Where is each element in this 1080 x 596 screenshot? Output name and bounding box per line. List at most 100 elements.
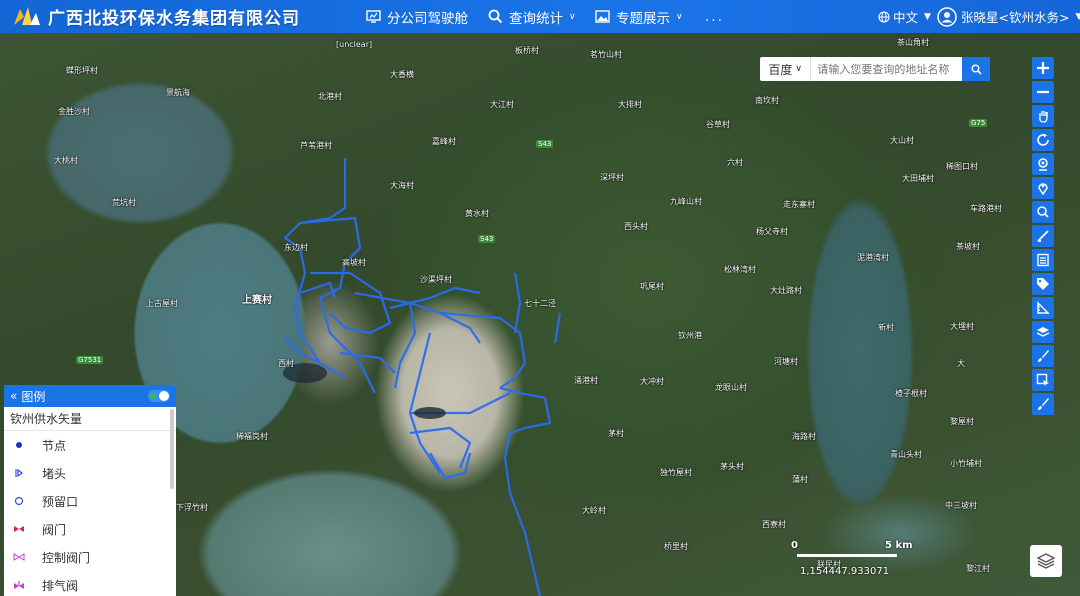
- locate-button[interactable]: [1032, 153, 1054, 175]
- map-label: 上古屋村: [146, 299, 178, 308]
- map-label: 黄水村: [465, 209, 489, 218]
- tag-button[interactable]: [1032, 273, 1054, 295]
- globe-icon: [878, 10, 890, 23]
- map-label: 茶坡村: [956, 242, 980, 251]
- legend-item: 排气阀: [4, 571, 176, 596]
- map-label: 深坪村: [600, 173, 624, 182]
- nav-topic[interactable]: 专题展示 ∨: [595, 0, 683, 33]
- chevron-down-icon: ∨: [795, 64, 802, 74]
- pan-icon: [1039, 111, 1048, 123]
- map-label: 河塘村: [774, 357, 798, 366]
- map-label: 蝶形坪村: [66, 66, 98, 75]
- map-label: 中三坡村: [945, 501, 977, 510]
- collapse-icon[interactable]: «: [10, 389, 17, 403]
- ruler-icon: [1037, 301, 1050, 314]
- legend-item: 节点: [4, 431, 176, 459]
- caret-down-icon: ▼: [1075, 11, 1080, 22]
- ruler-button[interactable]: [1032, 297, 1054, 319]
- pin-icon: [1038, 183, 1048, 195]
- nav-more-label: ...: [705, 8, 724, 25]
- map-label: 海路村: [792, 432, 816, 441]
- app-title: 广西北投环保水务集团有限公司: [48, 8, 300, 29]
- map-label: 大香横: [390, 70, 414, 79]
- scale-bar: 0 5 km: [791, 540, 913, 557]
- map-label: 茅村: [608, 429, 624, 438]
- map-label: 车路港村: [970, 204, 1002, 213]
- language-selector[interactable]: 中文 ▼: [878, 0, 931, 33]
- map-label: 南坎村: [755, 96, 779, 105]
- nav-query-label: 查询统计: [509, 10, 563, 27]
- map-canvas[interactable]: [unclear] 板桥村 茗竹山村 茶山角村 大香横 蝶形坪村 景航海 北港村…: [0, 33, 1080, 596]
- brush-icon: [1038, 350, 1049, 362]
- pan-button[interactable]: [1032, 105, 1054, 127]
- legend-item-label: 预留口: [42, 494, 79, 509]
- legend-item: 控制阀门: [4, 543, 176, 571]
- nav-query[interactable]: 查询统计 ∨: [488, 0, 576, 33]
- search-button[interactable]: [962, 57, 990, 81]
- language-label: 中文: [893, 10, 919, 25]
- map-label: 龙眼山村: [715, 383, 747, 392]
- chevron-down-icon: ∨: [569, 11, 576, 22]
- user-menu[interactable]: 张晓星<钦州水务> ▼: [937, 0, 1080, 33]
- legend-title: 图例: [21, 389, 46, 404]
- legend-item: 堵头: [4, 459, 176, 487]
- map-source-select[interactable]: 百度 ∨: [760, 57, 812, 81]
- logo: 广西北投环保水务集团有限公司: [12, 4, 300, 29]
- measure-icon: [1037, 230, 1049, 242]
- locate-icon: [1038, 158, 1048, 171]
- chevron-down-icon: ∨: [676, 11, 683, 22]
- layers-icon: [1036, 327, 1050, 337]
- pin-button[interactable]: [1032, 177, 1054, 199]
- legend-panel: « 图例 钦州供水矢量 节点 堵头 预留口 阀门 控制阀门 排气阀: [4, 385, 176, 596]
- map-toolbar: [1032, 57, 1054, 417]
- map-label: 七十二泾: [524, 299, 556, 308]
- user-name: 张晓星<钦州水务>: [961, 10, 1070, 25]
- map-label: 荒坑村: [112, 198, 136, 207]
- map-label: 大岭村: [582, 506, 606, 515]
- zoom-in-button[interactable]: [1032, 57, 1054, 79]
- legend-toggle[interactable]: [148, 390, 170, 402]
- top-bar: 广西北投环保水务集团有限公司 分公司驾驶舱 查询统计 ∨ 专题展示 ∨ ... …: [0, 0, 1080, 33]
- basemap-switch-button[interactable]: [1030, 545, 1062, 577]
- map-label: 泥港湾村: [857, 253, 889, 262]
- legend-item-label: 控制阀门: [42, 550, 91, 565]
- list-button[interactable]: [1032, 249, 1054, 271]
- zoom-out-button[interactable]: [1032, 81, 1054, 103]
- nav-topic-label: 专题展示: [616, 10, 670, 27]
- list-icon: [1037, 253, 1049, 267]
- map-label: 嘉峰村: [432, 137, 456, 146]
- map-label: 金胜沙村: [58, 107, 90, 116]
- legend-scrollbar[interactable]: [170, 409, 174, 489]
- map-label: 高坡村: [342, 258, 366, 267]
- scale-start: 0: [791, 540, 798, 551]
- plug-icon: [15, 468, 23, 478]
- coordinate-readout: 1,154447.933071: [800, 566, 890, 577]
- measure-button[interactable]: [1032, 225, 1054, 247]
- address-search-box: 百度 ∨: [760, 57, 990, 81]
- map-label: [unclear]: [336, 40, 373, 49]
- map-label: 新村: [878, 323, 894, 332]
- nav-dashboard[interactable]: 分公司驾驶舱: [366, 0, 468, 33]
- map-label: 小竹埔村: [950, 459, 982, 468]
- map-source-label: 百度: [768, 62, 793, 77]
- nav-more[interactable]: ...: [705, 0, 724, 33]
- search-location-button[interactable]: [1032, 201, 1054, 223]
- select-button[interactable]: [1032, 369, 1054, 391]
- layers-tool-button[interactable]: [1032, 321, 1054, 343]
- map-label: 桥里村: [664, 542, 688, 551]
- refresh-button[interactable]: [1032, 129, 1054, 151]
- map-label: 西寮村: [762, 520, 786, 529]
- brush-button[interactable]: [1032, 345, 1054, 367]
- clear-button[interactable]: [1032, 393, 1054, 415]
- map-label: 大灶路村: [770, 286, 802, 295]
- search-location-icon: [1037, 206, 1049, 218]
- road-badge: S43: [478, 235, 496, 243]
- map-label: 大桃村: [54, 156, 78, 165]
- map-label: 茗竹山村: [590, 50, 622, 59]
- map-label: 东边村: [284, 243, 308, 252]
- road-badge: G7531: [76, 356, 104, 364]
- layers-icon: [1036, 553, 1056, 569]
- map-label: 大冲村: [640, 377, 664, 386]
- image-icon: [595, 10, 610, 23]
- address-search-input[interactable]: [811, 57, 963, 81]
